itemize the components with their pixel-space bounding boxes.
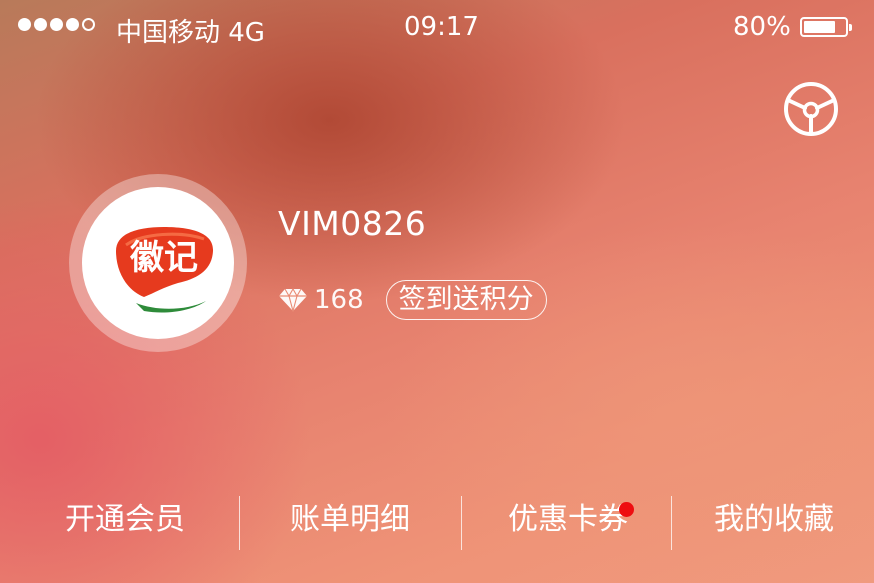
points-value: 168: [314, 285, 364, 315]
signal-strength-icon: [18, 18, 95, 31]
profile-screen: 中国移动 4G 09:17 80% 徽记 VIM0826 168 签到送积分 开…: [0, 0, 874, 583]
clock: 09:17: [404, 12, 479, 42]
points-row: 168 签到送积分: [278, 280, 547, 320]
steering-wheel-settings-icon[interactable]: [782, 80, 840, 138]
menu-open-membership[interactable]: 开通会员: [35, 490, 215, 550]
status-bar: 中国移动 4G 09:17 80%: [0, 0, 874, 54]
username: VIM0826: [278, 204, 427, 243]
menu-favorites[interactable]: 我的收藏: [684, 490, 864, 550]
menu-coupons[interactable]: 优惠卡券: [478, 490, 658, 550]
notification-badge: [619, 502, 634, 517]
battery-icon: [800, 17, 852, 37]
menu-bill-details[interactable]: 账单明细: [260, 490, 440, 550]
menu-divider: [239, 496, 240, 550]
menu-divider: [461, 496, 462, 550]
carrier-label: 中国移动 4G: [116, 18, 265, 48]
svg-text:徽记: 徽记: [129, 238, 198, 278]
battery-percent: 80%: [733, 12, 791, 42]
avatar[interactable]: 徽记: [69, 174, 247, 352]
checkin-button[interactable]: 签到送积分: [385, 280, 547, 320]
member-menu: 开通会员 账单明细 优惠卡券 我的收藏: [0, 490, 874, 550]
brand-logo: 徽记: [82, 187, 234, 339]
menu-divider: [671, 496, 672, 550]
diamond-icon: [279, 288, 307, 312]
